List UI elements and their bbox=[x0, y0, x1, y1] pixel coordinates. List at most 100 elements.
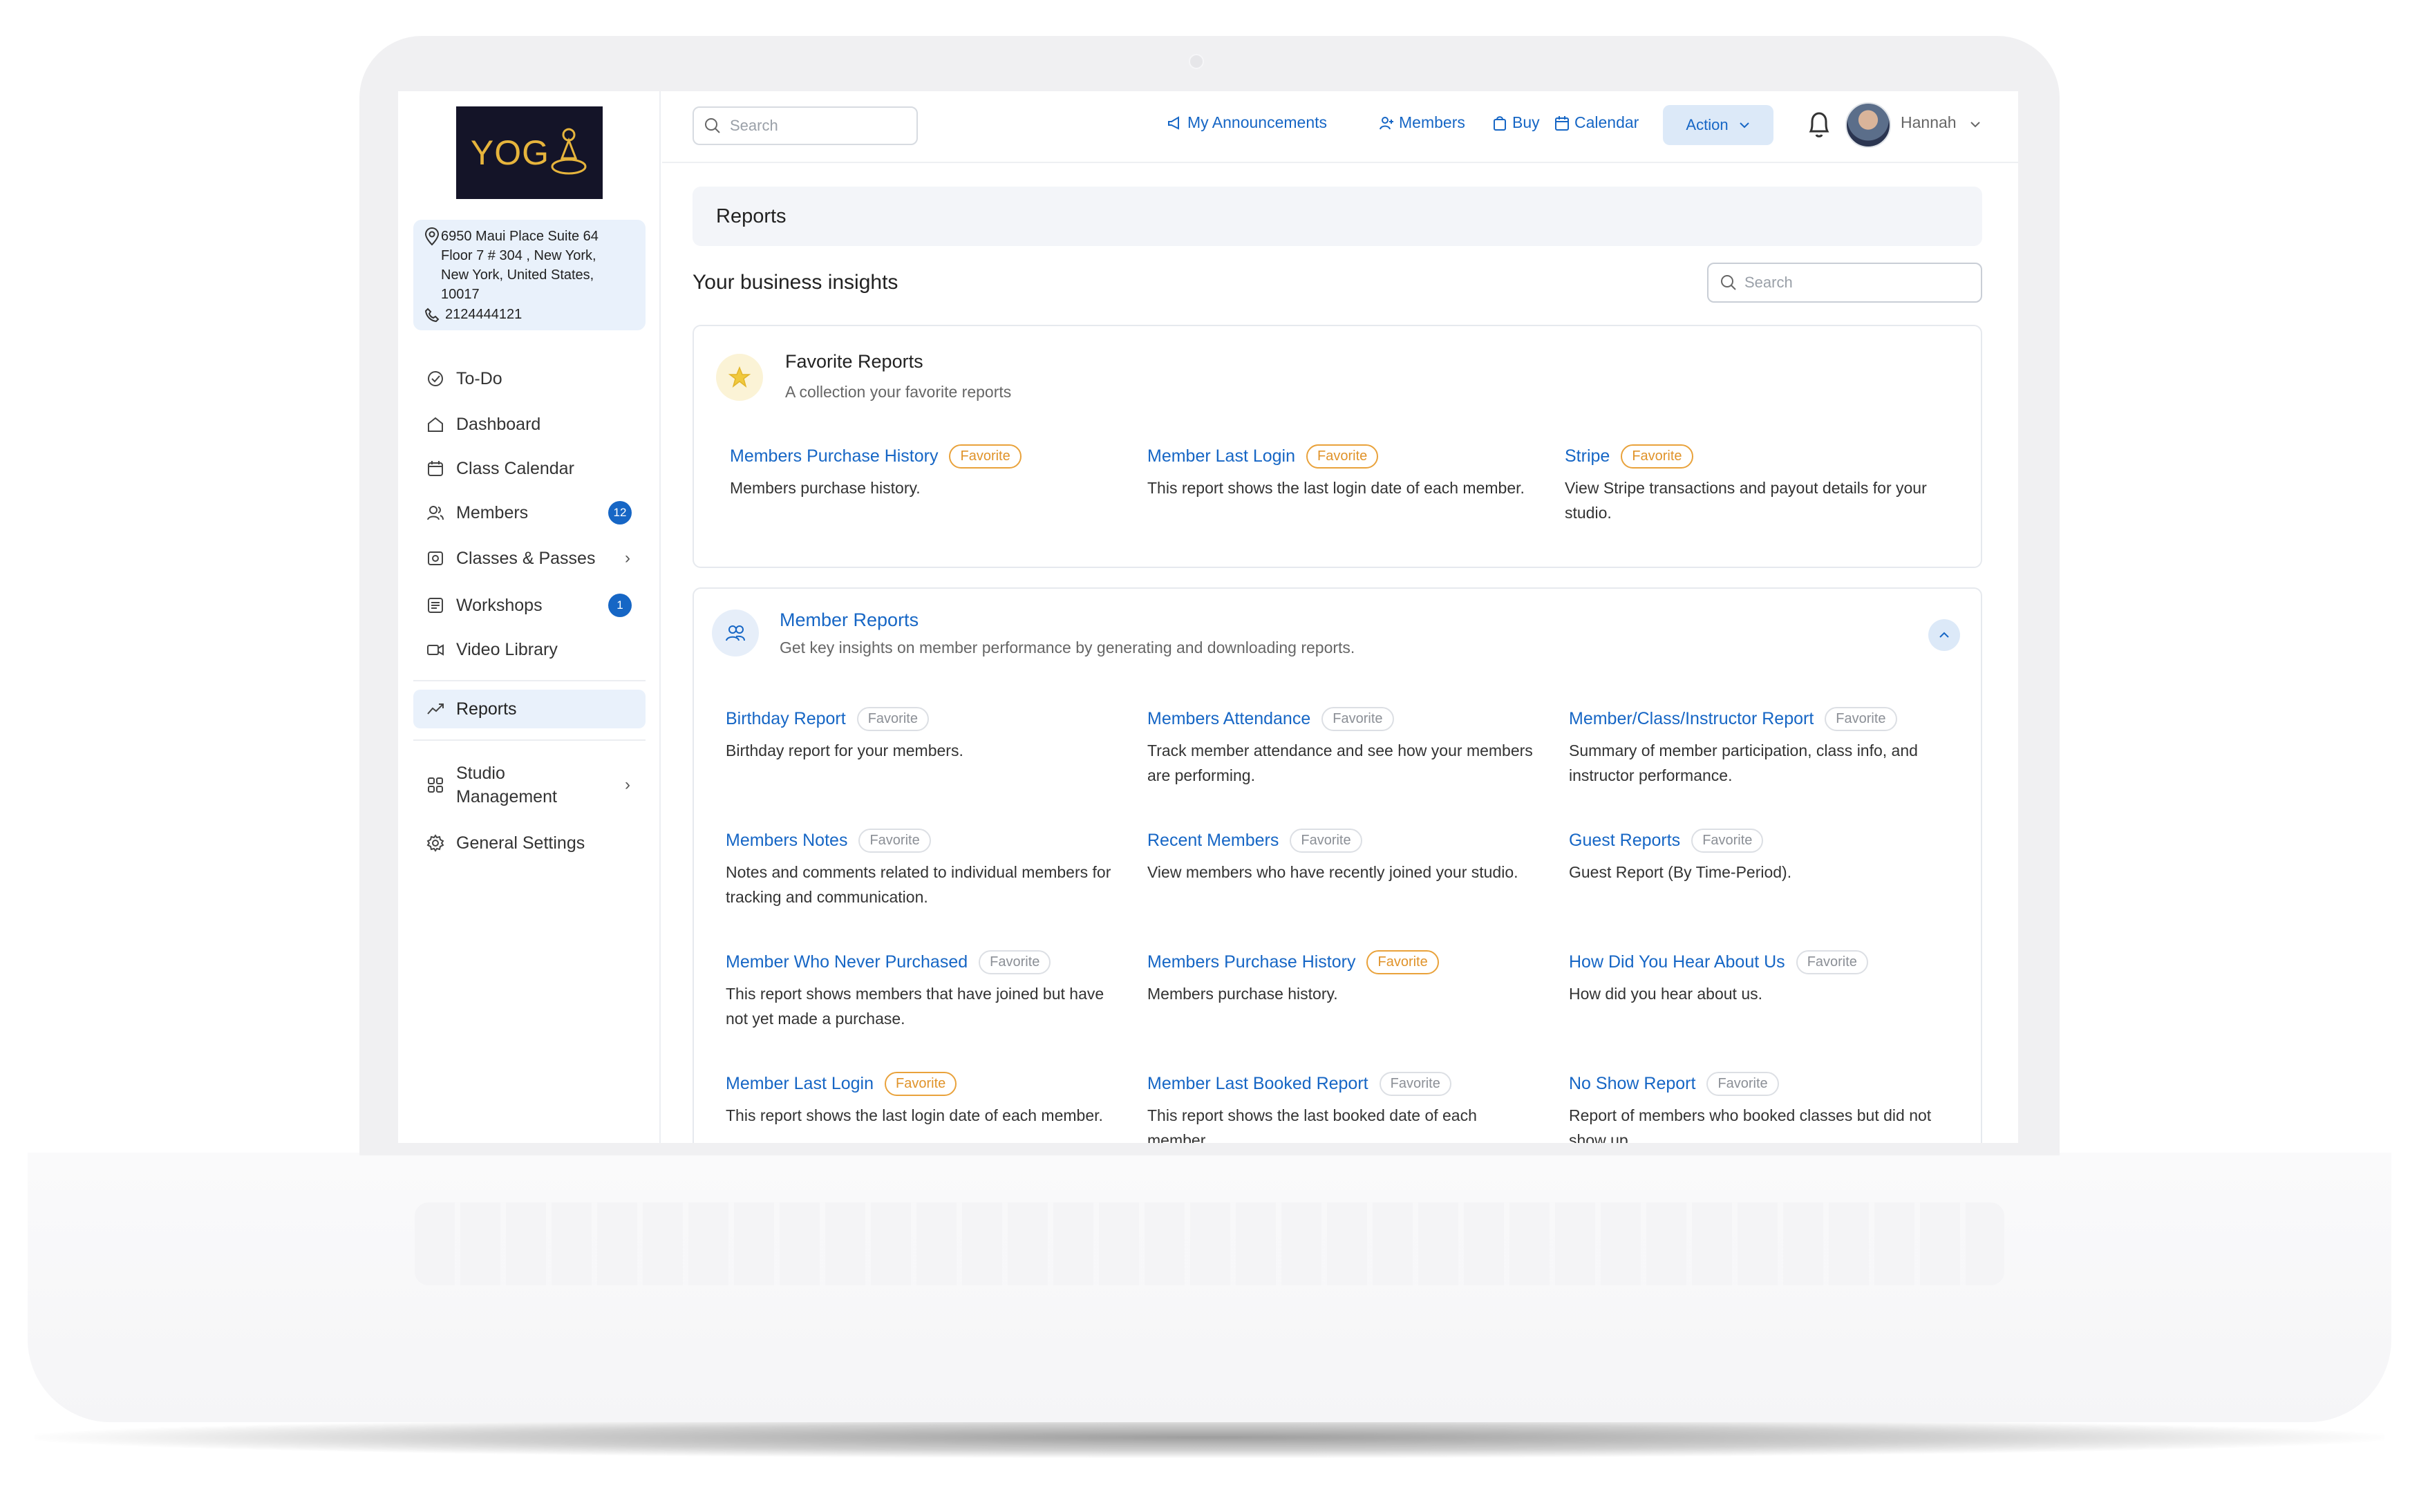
report-title[interactable]: Member Last Login bbox=[1147, 446, 1295, 466]
report-item[interactable]: Recent Members Favorite View members who h… bbox=[1147, 825, 1541, 885]
report-title[interactable]: Members Purchase History bbox=[1147, 952, 1355, 972]
sidebar-item-label: Members bbox=[456, 502, 529, 522]
favorite-tag[interactable]: Favorite bbox=[1321, 706, 1394, 731]
favorite-tag[interactable]: Favorite bbox=[1825, 706, 1897, 731]
notification-bell-icon[interactable] bbox=[1805, 109, 1833, 140]
sidebar-item-general-settings[interactable]: General Settings bbox=[413, 824, 646, 862]
top-search-input[interactable]: Search bbox=[693, 106, 918, 145]
report-title[interactable]: Birthday Report bbox=[726, 709, 846, 729]
sidebar-item-reports[interactable]: Reports bbox=[413, 690, 646, 728]
workshop-icon bbox=[426, 596, 445, 615]
report-description: View Stripe transactions and payout deta… bbox=[1565, 479, 1927, 522]
report-item[interactable]: Member Last Login Favorite This report s… bbox=[1147, 441, 1541, 500]
favorite-tag[interactable]: Favorite bbox=[1366, 949, 1439, 974]
favorite-tag[interactable]: Favorite bbox=[1691, 828, 1764, 853]
report-item[interactable]: Member Last Booked Report Favorite This re… bbox=[1147, 1068, 1541, 1143]
report-item[interactable]: Member Last Login Favorite This report sho… bbox=[726, 1068, 1120, 1128]
report-title[interactable]: Stripe bbox=[1565, 446, 1610, 466]
report-item[interactable]: Members Attendance Favorite Track member a… bbox=[1147, 703, 1541, 788]
sidebar-item-label: Dashboard bbox=[456, 414, 541, 434]
favorite-tag[interactable]: Favorite bbox=[1621, 444, 1693, 469]
report-title[interactable]: Member Who Never Purchased bbox=[726, 952, 968, 972]
report-title[interactable]: How Did You Hear About Us bbox=[1569, 952, 1785, 972]
report-item[interactable]: Stripe Favorite View Stripe transactions… bbox=[1565, 441, 1959, 525]
ticket-icon bbox=[426, 549, 445, 568]
report-title[interactable]: Member/Class/Instructor Report bbox=[1569, 709, 1814, 729]
buy-label: Buy bbox=[1512, 113, 1540, 131]
report-item[interactable]: Members Purchase History Favorite Members … bbox=[1147, 947, 1541, 1006]
report-description: Members purchase history. bbox=[1147, 985, 1338, 1003]
report-item[interactable]: Guest Reports Favorite Guest Report (By Ti… bbox=[1569, 825, 1963, 885]
action-dropdown-button[interactable]: Action bbox=[1663, 105, 1773, 145]
report-item[interactable]: Member Who Never Purchased Favorite This r… bbox=[726, 947, 1120, 1031]
user-name[interactable]: Hannah bbox=[1901, 113, 1957, 132]
settings-icon bbox=[426, 833, 445, 853]
favorite-tag[interactable]: Favorite bbox=[1306, 444, 1379, 469]
collapse-button[interactable] bbox=[1928, 619, 1960, 651]
report-title[interactable]: Members Purchase History bbox=[730, 446, 938, 466]
sidebar-item-studio-management[interactable]: Studio Management › bbox=[413, 759, 646, 811]
member-reports-subtitle: Get key insights on member performance b… bbox=[780, 639, 1355, 656]
report-title[interactable]: Member Last Login bbox=[726, 1074, 874, 1094]
megaphone-icon bbox=[1168, 115, 1179, 130]
logo-text: YOG bbox=[470, 133, 550, 172]
favorite-tag[interactable]: Favorite bbox=[979, 949, 1051, 974]
my-announcements-link[interactable]: My Announcements bbox=[1167, 113, 1327, 132]
report-title[interactable]: Members Notes bbox=[726, 831, 847, 851]
sidebar-item-label: Classes & Passes bbox=[456, 548, 596, 568]
phone-icon bbox=[424, 308, 440, 322]
top-search-placeholder: Search bbox=[730, 117, 778, 134]
users-group-icon bbox=[712, 609, 759, 656]
report-item[interactable]: Members Notes Favorite Notes and comments … bbox=[726, 825, 1120, 909]
user-avatar[interactable] bbox=[1845, 102, 1891, 148]
favorite-tag[interactable]: Favorite bbox=[1796, 949, 1868, 974]
sidebar-item-label: Class Calendar bbox=[456, 458, 574, 478]
studio-logo[interactable]: YOG bbox=[456, 106, 603, 199]
report-title[interactable]: No Show Report bbox=[1569, 1074, 1695, 1094]
report-item[interactable]: Birthday Report Favorite Birthday report f… bbox=[726, 703, 1120, 763]
location-pin-icon bbox=[424, 227, 440, 246]
trend-icon bbox=[426, 699, 445, 719]
app-screen: YOG 6950 Maui Place Suite 64 Floor 7 # 3… bbox=[398, 91, 2018, 1143]
favorite-tag[interactable]: Favorite bbox=[885, 1071, 957, 1096]
report-item[interactable]: Members Purchase History Favorite Member… bbox=[730, 441, 1124, 500]
laptop-shadow bbox=[35, 1417, 2384, 1458]
sidebar-item-video-library[interactable]: Video Library bbox=[413, 630, 646, 669]
report-description: View members who have recently joined yo… bbox=[1147, 863, 1518, 881]
favorite-tag[interactable]: Favorite bbox=[1379, 1071, 1451, 1096]
report-description: How did you hear about us. bbox=[1569, 985, 1763, 1003]
sidebar-item-classes-passes[interactable]: Classes & Passes › bbox=[413, 539, 646, 578]
report-title[interactable]: Members Attendance bbox=[1147, 709, 1310, 729]
section-title: Your business insights bbox=[693, 271, 898, 294]
report-item[interactable]: Member/Class/Instructor Report Favorite Su… bbox=[1569, 703, 1963, 788]
chevron-down-icon[interactable] bbox=[1968, 117, 1982, 131]
member-reports-title[interactable]: Member Reports bbox=[780, 609, 919, 631]
favorite-tag[interactable]: Favorite bbox=[856, 706, 929, 731]
reports-search-input[interactable]: Search bbox=[1707, 263, 1982, 303]
members-count-badge: 12 bbox=[608, 501, 632, 525]
page-header: Reports bbox=[693, 187, 1982, 246]
members-link[interactable]: Members bbox=[1378, 113, 1465, 132]
sidebar-item-members[interactable]: Members 12 bbox=[413, 493, 646, 532]
sidebar-item-dashboard[interactable]: Dashboard bbox=[413, 405, 646, 444]
favorite-tag[interactable]: Favorite bbox=[1290, 828, 1362, 853]
sidebar-item-workshops[interactable]: Workshops 1 bbox=[413, 586, 646, 625]
report-title[interactable]: Member Last Booked Report bbox=[1147, 1074, 1368, 1094]
report-item[interactable]: How Did You Hear About Us Favorite How did… bbox=[1569, 947, 1963, 1006]
buy-link[interactable]: Buy bbox=[1491, 113, 1540, 132]
home-icon bbox=[426, 415, 445, 434]
report-description: Report of members who booked classes but… bbox=[1569, 1106, 1932, 1143]
favorite-tag[interactable]: Favorite bbox=[1706, 1071, 1779, 1096]
sidebar-item-todo[interactable]: To-Do bbox=[413, 359, 646, 398]
check-circle-icon bbox=[426, 369, 445, 388]
studio-address-card: 6950 Maui Place Suite 64 Floor 7 # 304 ,… bbox=[413, 220, 646, 330]
chevron-right-icon: › bbox=[625, 549, 630, 567]
favorite-tag[interactable]: Favorite bbox=[949, 444, 1022, 469]
report-title[interactable]: Recent Members bbox=[1147, 831, 1279, 851]
favorite-tag[interactable]: Favorite bbox=[858, 828, 931, 853]
report-item[interactable]: No Show Report Favorite Report of members … bbox=[1569, 1068, 1963, 1143]
report-title[interactable]: Guest Reports bbox=[1569, 831, 1680, 851]
sidebar-item-label: Video Library bbox=[456, 639, 558, 659]
calendar-link[interactable]: Calendar bbox=[1554, 113, 1639, 132]
sidebar-item-class-calendar[interactable]: Class Calendar bbox=[413, 449, 646, 488]
